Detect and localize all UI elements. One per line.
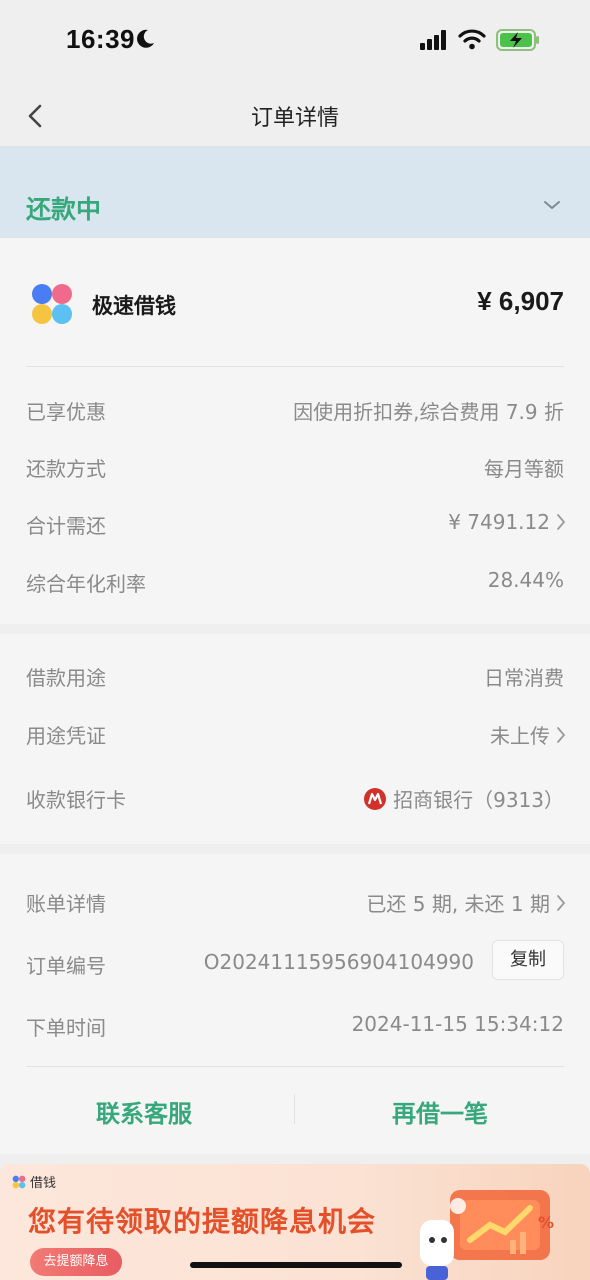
status-time: 16:39: [66, 24, 135, 54]
battery-charging-icon: [496, 29, 539, 51]
detail-value: 招商银行（9313）: [393, 788, 564, 812]
detail-row-discount: 已享优惠 因使用折扣券,综合费用 7.9 折: [0, 394, 590, 428]
banner-cta-button[interactable]: 去提额降息: [30, 1248, 122, 1276]
chevron-right-icon: [557, 514, 566, 530]
detail-label: 用途凭证: [26, 724, 106, 748]
detail-value-wrap: 招商银行（9313）: [363, 784, 564, 813]
detail-row-purpose-proof[interactable]: 用途凭证 未上传: [0, 718, 590, 752]
divider: [26, 366, 564, 367]
detail-value: ¥ 7491.12: [448, 510, 550, 534]
detail-row-bank-card: 收款银行卡 招商银行（9313）: [0, 782, 590, 816]
detail-label: 收款银行卡: [26, 788, 126, 812]
order-info-card: 账单详情 已还 5 期, 未还 1 期 订单编号 O20241115956904…: [0, 854, 590, 1154]
detail-label: 订单编号: [26, 954, 106, 978]
app-logo-icon: [12, 1175, 26, 1188]
order-status-panel[interactable]: 还款中: [0, 146, 590, 238]
status-bar: 16:39: [0, 0, 590, 80]
detail-value-wrap[interactable]: ¥ 7491.12: [448, 510, 566, 534]
detail-row-repay-method: 还款方式 每月等额: [0, 451, 590, 485]
detail-row-total-due[interactable]: 合计需还 ¥ 7491.12: [0, 508, 590, 542]
chevron-down-icon[interactable]: [542, 198, 562, 212]
detail-value: 2024-11-15 15:34:12: [351, 1012, 564, 1036]
banner-title: 您有待领取的提额降息机会: [28, 1205, 377, 1238]
banner-badge: %: [538, 1213, 554, 1232]
product-name: 极速借钱: [92, 294, 176, 318]
detail-row-apr: 综合年化利率 28.44%: [0, 566, 590, 600]
chevron-right-icon: [557, 726, 566, 743]
detail-label: 综合年化利率: [26, 572, 146, 596]
loan-summary-card: 极速借钱 ¥ 6,907 已享优惠 因使用折扣券,综合费用 7.9 折 还款方式…: [0, 238, 590, 624]
detail-row-order-number: 订单编号 O20241115956904104990 复制: [0, 940, 590, 982]
detail-value: 已还 5 期, 未还 1 期: [366, 892, 550, 916]
signal-icon: [420, 30, 446, 50]
chevron-right-icon: [557, 894, 566, 911]
app-logo-icon: [32, 284, 72, 324]
action-separator: [294, 1094, 295, 1124]
detail-label: 已享优惠: [26, 400, 106, 424]
bank-logo-icon: [364, 787, 387, 810]
detail-label: 还款方式: [26, 457, 106, 481]
detail-value: O20241115956904104990: [203, 950, 474, 974]
detail-label: 合计需还: [26, 514, 106, 538]
banner-illustration: %: [420, 1190, 554, 1280]
detail-value: 未上传: [490, 724, 550, 748]
detail-value-wrap[interactable]: 未上传: [490, 720, 566, 749]
detail-row-order-time: 下单时间 2024-11-15 15:34:12: [0, 1010, 590, 1044]
banner-brand: 借钱: [12, 1172, 56, 1191]
divider: [26, 1066, 564, 1067]
detail-value: 每月等额: [484, 457, 564, 481]
borrow-again-button[interactable]: 再借一笔: [392, 1094, 488, 1129]
home-indicator[interactable]: [190, 1262, 402, 1268]
detail-label: 借款用途: [26, 666, 106, 690]
detail-label: 账单详情: [26, 892, 106, 916]
order-status-label: 还款中: [26, 195, 102, 224]
detail-value: 日常消费: [484, 666, 564, 690]
detail-row-purpose: 借款用途 日常消费: [0, 660, 590, 694]
wifi-icon: [458, 29, 486, 50]
detail-value: 因使用折扣券,综合费用 7.9 折: [293, 400, 564, 424]
detail-value: 28.44%: [487, 568, 564, 592]
moon-icon: [137, 29, 154, 48]
copy-button[interactable]: 复制: [492, 940, 564, 980]
detail-label: 下单时间: [26, 1016, 106, 1040]
contact-service-button[interactable]: 联系客服: [96, 1094, 192, 1129]
detail-value-wrap[interactable]: 已还 5 期, 未还 1 期: [366, 888, 566, 917]
banner-brand-label: 借钱: [30, 1176, 57, 1191]
detail-row-bill[interactable]: 账单详情 已还 5 期, 未还 1 期: [0, 886, 590, 920]
nav-bar: 订单详情: [0, 86, 590, 144]
page-title: 订单详情: [250, 106, 339, 131]
loan-purpose-card: 借款用途 日常消费 用途凭证 未上传 收款银行卡 招商银行（9313）: [0, 634, 590, 844]
loan-amount: ¥ 6,907: [477, 286, 564, 316]
